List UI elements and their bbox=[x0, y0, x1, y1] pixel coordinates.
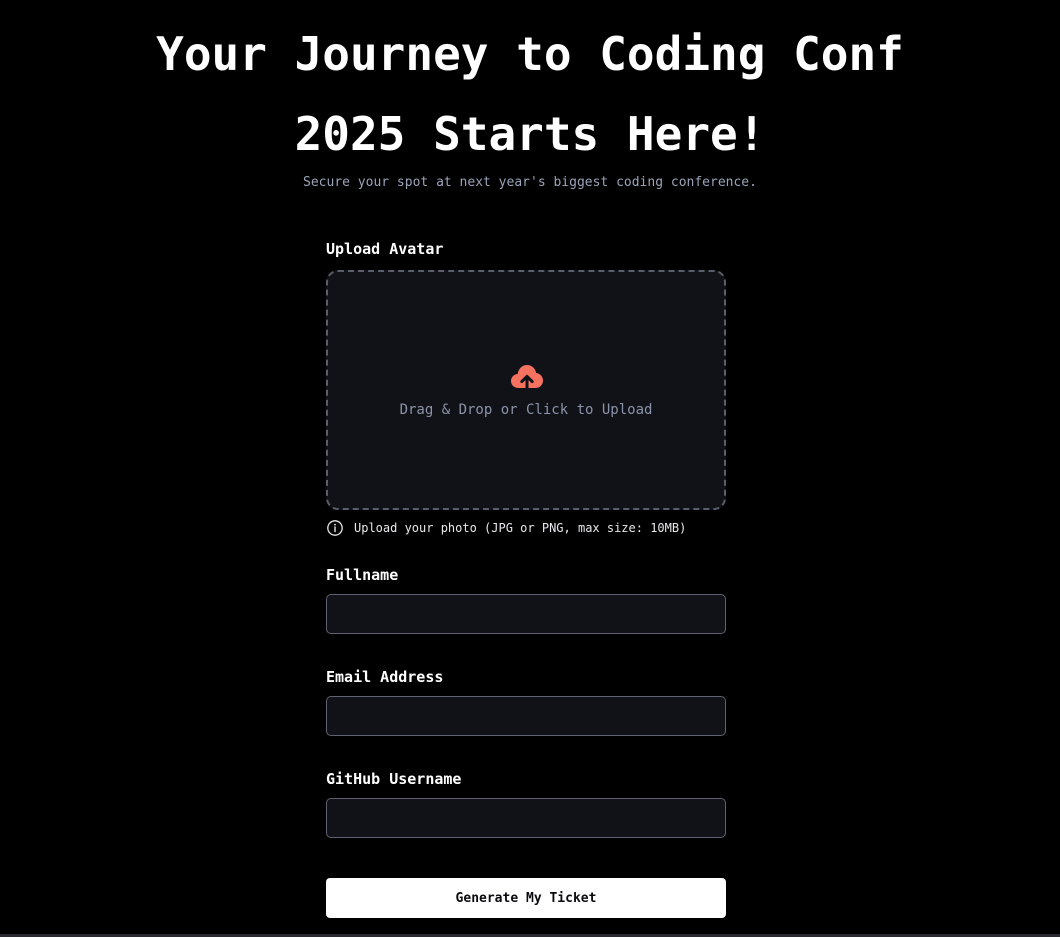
page: Your Journey to Coding Conf 2025 Starts … bbox=[0, 0, 1060, 937]
github-username-input[interactable] bbox=[326, 798, 726, 838]
ticket-form: Upload Avatar Drag & Drop or Click to Up… bbox=[326, 238, 726, 918]
avatar-label: Upload Avatar bbox=[326, 240, 444, 258]
info-icon bbox=[327, 520, 343, 536]
upload-cloud-icon bbox=[511, 365, 543, 392]
page-subtitle: Secure your spot at next year's biggest … bbox=[303, 175, 757, 190]
dropzone-text: Drag & Drop or Click to Upload bbox=[399, 402, 653, 418]
generate-ticket-button[interactable]: Generate My Ticket bbox=[326, 878, 726, 918]
fullname-field-group: Fullname bbox=[326, 564, 726, 634]
github-label: GitHub Username bbox=[326, 770, 462, 788]
fullname-label: Fullname bbox=[326, 566, 399, 584]
avatar-section: Upload Avatar Drag & Drop or Click to Up… bbox=[326, 238, 726, 538]
email-label: Email Address bbox=[326, 668, 444, 686]
avatar-dropzone[interactable]: Drag & Drop or Click to Upload bbox=[326, 270, 726, 510]
avatar-hint: Upload your photo (JPG or PNG, max size:… bbox=[326, 518, 726, 538]
page-title: Your Journey to Coding Conf 2025 Starts … bbox=[0, 14, 1060, 174]
avatar-hint-text: Upload your photo (JPG or PNG, max size:… bbox=[354, 521, 687, 535]
email-input[interactable] bbox=[326, 696, 726, 736]
github-field-group: GitHub Username bbox=[326, 768, 726, 838]
fullname-input[interactable] bbox=[326, 594, 726, 634]
page-title-line-2: 2025 Starts Here! bbox=[294, 107, 766, 161]
email-field-group: Email Address bbox=[326, 666, 726, 736]
page-title-line-1: Your Journey to Coding Conf bbox=[156, 27, 904, 81]
